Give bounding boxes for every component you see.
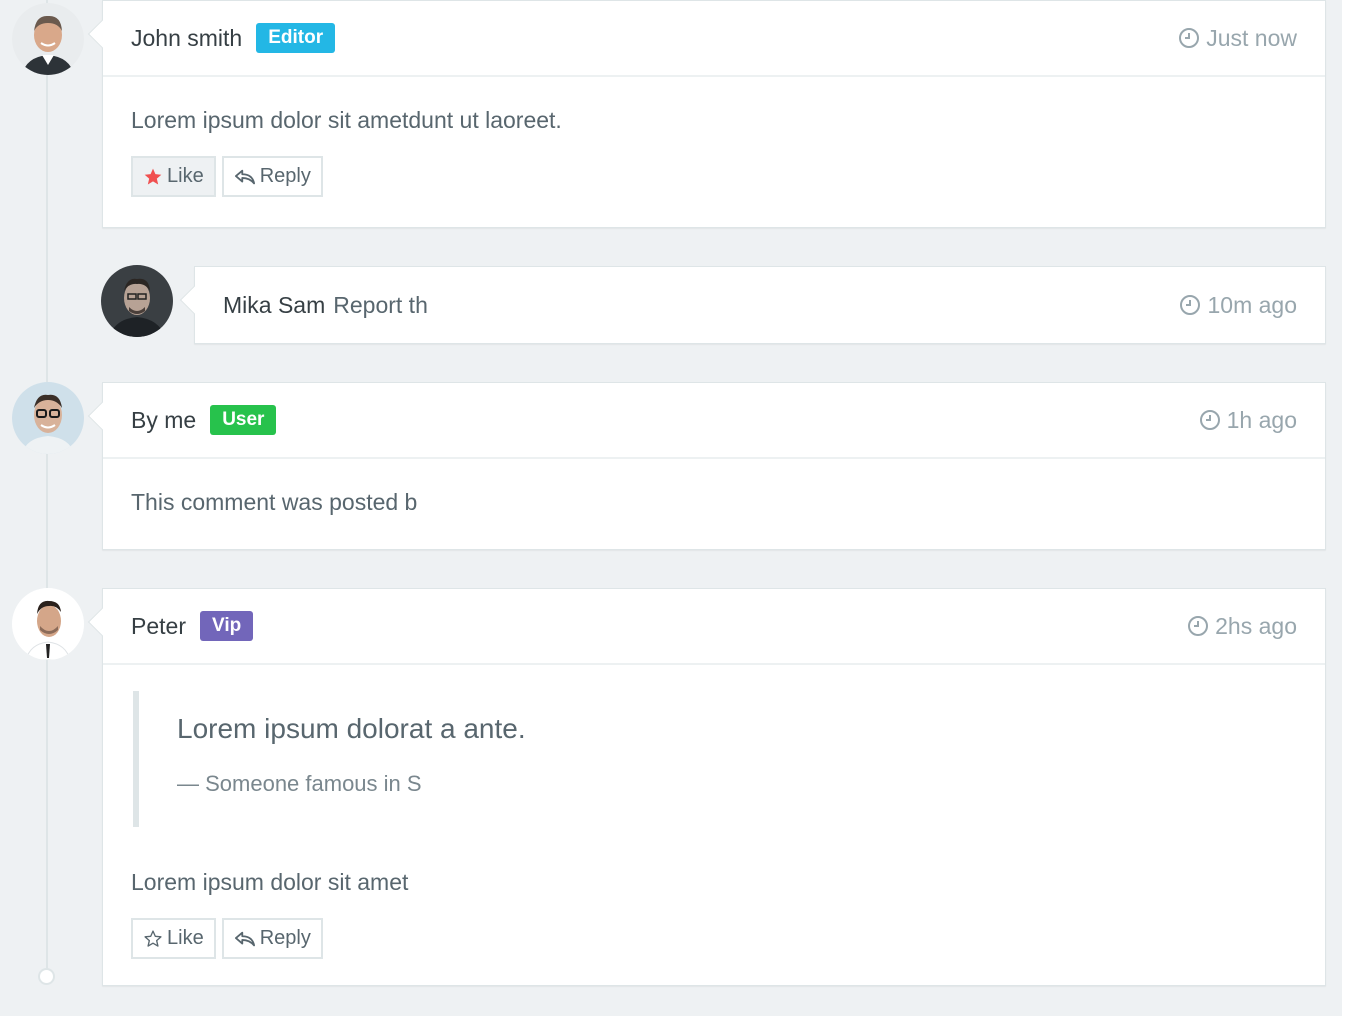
avatar-mika[interactable] bbox=[101, 265, 173, 337]
like-button[interactable]: Like bbox=[131, 156, 216, 197]
reply-icon bbox=[234, 931, 255, 946]
comment-body: Lorem ipsum dolorat a ante. — Someone fa… bbox=[103, 665, 1325, 985]
like-label: Like bbox=[167, 165, 204, 187]
comment-header: John smith Editor Just now bbox=[103, 1, 1325, 77]
comment-body: This comment was posted b bbox=[103, 459, 1325, 542]
comment-card-john: John smith Editor Just now Lorem ipsum d… bbox=[87, 0, 1326, 228]
comment-text: This comment was posted b bbox=[131, 489, 418, 515]
comment-header: Mika Sam Report th 10m ago bbox=[195, 267, 1325, 343]
comment-body: Lorem ipsum dolor sit ametdunt ut laoree… bbox=[103, 77, 1325, 223]
time-text: 1h ago bbox=[1226, 406, 1297, 433]
author-name[interactable]: Peter bbox=[131, 613, 186, 640]
role-badge-user: User bbox=[210, 405, 277, 435]
avatar-me-image bbox=[12, 382, 84, 454]
reply-button[interactable]: Reply bbox=[221, 156, 323, 197]
clock-icon bbox=[1188, 616, 1209, 636]
avatar-john-image bbox=[12, 3, 84, 75]
comment-card-me: By me User 1h ago This comment was poste… bbox=[87, 382, 1326, 550]
comment-text: Lorem ipsum dolor sit amet bbox=[131, 869, 409, 895]
comment-actions: Like Reply bbox=[131, 918, 1297, 959]
avatar-me[interactable] bbox=[12, 382, 84, 454]
comment-time: 2hs ago bbox=[1187, 613, 1297, 640]
like-label: Like bbox=[167, 927, 204, 949]
clock-icon bbox=[1199, 410, 1220, 430]
avatar-peter[interactable] bbox=[12, 588, 84, 660]
avatar-peter-image bbox=[12, 588, 84, 660]
page-edge bbox=[1342, 0, 1350, 1016]
quote-text: Lorem ipsum dolorat a ante. bbox=[177, 713, 526, 744]
reply-label: Reply bbox=[259, 927, 311, 949]
comment-card-mika: Mika Sam Report th 10m ago bbox=[179, 266, 1326, 344]
comment-header: Peter Vip 2hs ago bbox=[103, 589, 1325, 665]
comment-actions: Like Reply bbox=[131, 156, 1297, 197]
comment-text: Lorem ipsum dolor sit ametdunt ut laoree… bbox=[131, 107, 562, 133]
author-name[interactable]: By me bbox=[131, 407, 196, 434]
reply-icon bbox=[234, 169, 255, 184]
avatar-mika-image bbox=[101, 265, 173, 337]
comment-time: 10m ago bbox=[1179, 292, 1297, 319]
star-filled-icon bbox=[144, 168, 162, 184]
blockquote: Lorem ipsum dolorat a ante. — Someone fa… bbox=[133, 691, 1297, 827]
comment-inline-text: Report th bbox=[333, 291, 428, 318]
clock-icon bbox=[1180, 295, 1201, 315]
time-text: 2hs ago bbox=[1215, 612, 1297, 639]
star-outline-icon bbox=[144, 929, 162, 947]
quote-citation: — Someone famous in S bbox=[177, 771, 422, 796]
like-button[interactable]: Like bbox=[131, 918, 216, 959]
time-text: Just now bbox=[1206, 24, 1297, 51]
clock-icon bbox=[1179, 28, 1200, 48]
reply-label: Reply bbox=[259, 165, 311, 187]
reply-button[interactable]: Reply bbox=[221, 918, 323, 959]
comment-card-peter: Peter Vip 2hs ago Lorem ipsum dolorat a … bbox=[87, 588, 1326, 986]
avatar-john[interactable] bbox=[12, 3, 84, 75]
comment-time: Just now bbox=[1178, 25, 1297, 52]
time-text: 10m ago bbox=[1207, 291, 1297, 318]
timeline-end-dot bbox=[38, 968, 55, 985]
comment-time: 1h ago bbox=[1199, 407, 1297, 434]
timeline-line bbox=[46, 0, 48, 975]
comment-header: By me User 1h ago bbox=[103, 383, 1325, 459]
author-name[interactable]: Mika Sam bbox=[223, 292, 325, 319]
role-badge-vip: Vip bbox=[199, 611, 254, 641]
role-badge-editor: Editor bbox=[256, 23, 336, 53]
author-name[interactable]: John smith bbox=[131, 25, 242, 52]
